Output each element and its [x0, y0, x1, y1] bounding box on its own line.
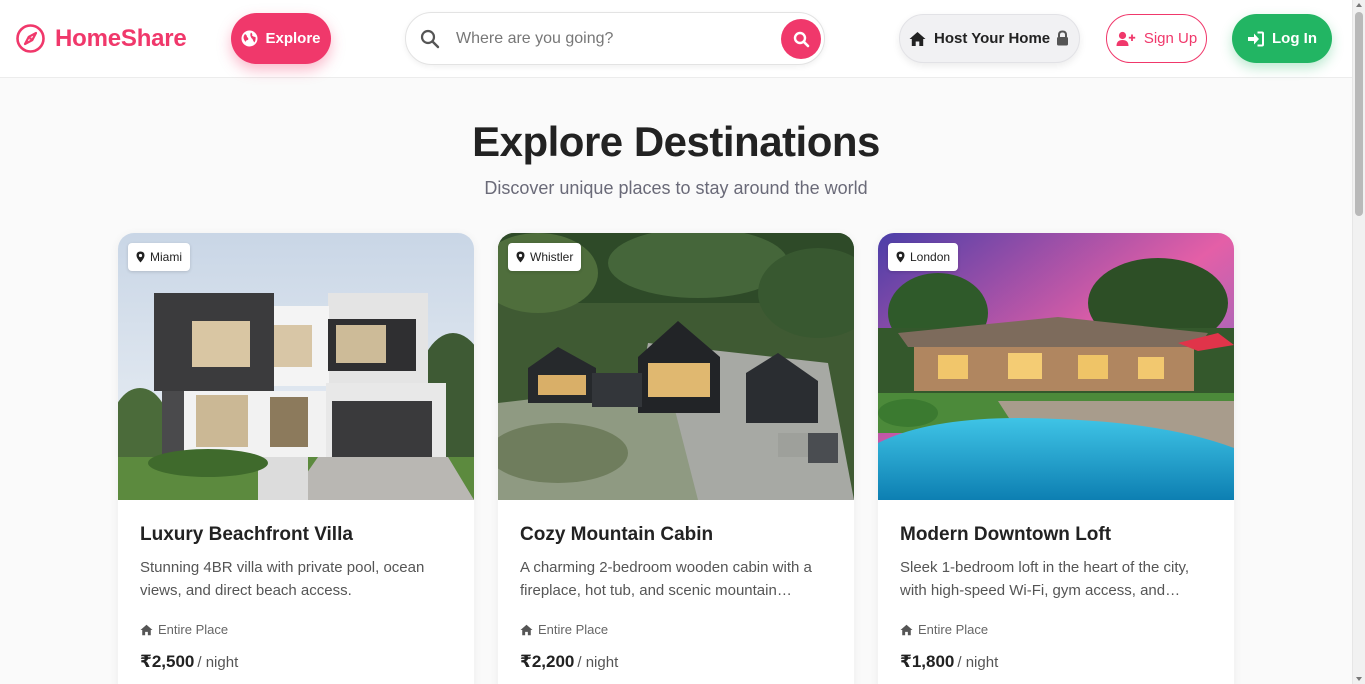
page-title: Explore Destinations: [472, 118, 880, 165]
listing-price: ₹1,800/ night: [900, 652, 998, 672]
location-badge: Whistler: [508, 243, 582, 271]
listing-title[interactable]: Modern Downtown Loft: [900, 524, 1111, 546]
search-bar: [405, 12, 825, 65]
price-amount: ₹2,500: [140, 652, 195, 671]
listing-type-label: Entire Place: [918, 622, 989, 637]
host-label: Host Your Home: [934, 30, 1051, 47]
brand-name: HomeShare: [55, 24, 187, 52]
explore-label: Explore: [265, 30, 321, 47]
listing-type-label: Entire Place: [158, 622, 229, 637]
listing-type: Entire Place: [900, 622, 988, 637]
sign-up-button[interactable]: Sign Up: [1106, 14, 1207, 63]
host-your-home-button[interactable]: Host Your Home: [899, 14, 1080, 63]
explore-button[interactable]: Explore: [231, 13, 331, 64]
price-unit: / night: [197, 654, 239, 671]
listing-card[interactable]: Whistler Cozy Mountain Cabin A charming …: [498, 233, 854, 684]
scroll-thumb[interactable]: [1355, 12, 1363, 216]
home-icon: [140, 624, 153, 635]
search-button[interactable]: [781, 19, 821, 59]
search-icon: [793, 31, 809, 47]
listing-description: Stunning 4BR villa with private pool, oc…: [140, 559, 425, 599]
lock-icon: [1056, 30, 1069, 50]
listing-photo[interactable]: London: [878, 233, 1234, 500]
page-scrollbar[interactable]: [1352, 0, 1365, 684]
user-plus-icon: [1116, 31, 1136, 46]
map-pin-icon: [896, 251, 905, 263]
listing-title[interactable]: Cozy Mountain Cabin: [520, 524, 713, 546]
listing-card[interactable]: London Modern Downtown Loft Sleek 1-bedr…: [878, 233, 1234, 684]
listing-type-label: Entire Place: [538, 622, 609, 637]
location-label: Miami: [150, 250, 182, 264]
scroll-up-icon[interactable]: [1356, 3, 1362, 7]
page-subtitle: Discover unique places to stay around th…: [484, 178, 868, 198]
price-amount: ₹2,200: [520, 652, 575, 671]
price-unit: / night: [577, 654, 619, 671]
sign-in-icon: [1248, 31, 1264, 46]
map-pin-icon: [136, 251, 145, 263]
home-icon: [520, 624, 533, 635]
price-unit: / night: [957, 654, 999, 671]
brand-logo[interactable]: HomeShare: [15, 23, 187, 54]
listing-price: ₹2,500/ night: [140, 652, 238, 672]
globe-icon: [241, 30, 258, 47]
listing-type: Entire Place: [140, 622, 228, 637]
price-amount: ₹1,800: [900, 652, 955, 671]
listing-type: Entire Place: [520, 622, 608, 637]
listing-description: Sleek 1-bedroom loft in the heart of the…: [900, 559, 1190, 599]
listing-price: ₹2,200/ night: [520, 652, 618, 672]
compass-icon: [16, 24, 45, 53]
log-in-button[interactable]: Log In: [1232, 14, 1332, 63]
log-in-label: Log In: [1272, 30, 1317, 47]
listing-card[interactable]: Miami Luxury Beachfront Villa Stunning 4…: [118, 233, 474, 684]
map-pin-icon: [516, 251, 525, 263]
listing-title[interactable]: Luxury Beachfront Villa: [140, 524, 353, 546]
home-icon: [909, 31, 926, 46]
listing-photo[interactable]: Whistler: [498, 233, 854, 500]
sign-up-label: Sign Up: [1143, 30, 1198, 47]
search-icon: [420, 29, 440, 54]
location-label: Whistler: [530, 250, 574, 264]
listing-photo[interactable]: Miami: [118, 233, 474, 500]
scroll-down-icon[interactable]: [1356, 677, 1362, 681]
home-icon: [900, 624, 913, 635]
listing-description: A charming 2-bedroom wooden cabin with a…: [520, 559, 812, 599]
location-badge: Miami: [128, 243, 190, 271]
navbar: HomeShare Explore Host Your Home: [0, 0, 1352, 78]
search-input[interactable]: [456, 27, 776, 51]
location-label: London: [910, 250, 951, 264]
location-badge: London: [888, 243, 959, 271]
